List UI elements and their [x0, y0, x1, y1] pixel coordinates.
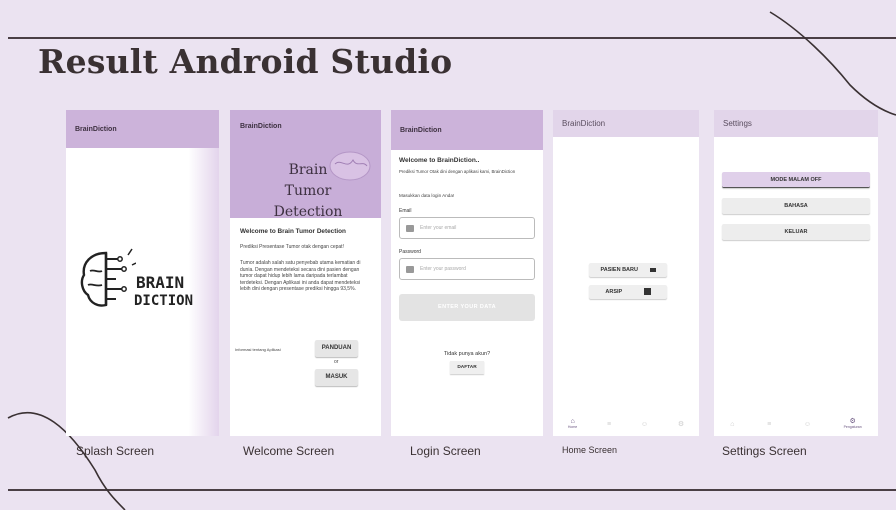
settings-bottom-nav: ⌂ ≡ ☺ ⚙ Pengaturan — [714, 412, 878, 436]
brain-logo: BRAIN DICTION — [76, 245, 216, 325]
archive-icon — [643, 288, 651, 296]
password-label: Password — [399, 249, 421, 255]
caption-login: Login Screen — [410, 444, 481, 458]
home-screen: BrainDiction PASIEN BARU ARSIP ⌂ Home ≡ ☺… — [553, 110, 699, 436]
enter-data-button[interactable]: ENTER YOUR DATA — [399, 294, 535, 321]
mail-icon — [406, 224, 414, 232]
home-bottom-nav: ⌂ Home ≡ ☺ ⚙ — [553, 412, 699, 436]
email-label: Email — [399, 208, 412, 214]
logo-line-brain: BRAIN — [136, 273, 185, 292]
login-prompt: Masukkan data login Anda! — [399, 193, 455, 198]
splash-app-bar: BrainDiction — [66, 110, 219, 148]
lock-icon — [406, 265, 414, 273]
nav-home-item[interactable]: ⌂ Home — [567, 418, 578, 430]
home-app-bar: BrainDiction — [553, 110, 699, 137]
nav-profile-icon[interactable]: ☺ — [804, 421, 811, 428]
new-patient-button[interactable]: PASIEN BARU — [589, 263, 667, 277]
settings-app-bar: Settings — [714, 110, 878, 137]
hero-title: Brain Tumor Detection — [268, 160, 348, 223]
nav-list-icon[interactable]: ≡ — [607, 421, 611, 428]
nav-settings-item[interactable]: ⚙ Pengaturan — [843, 418, 862, 430]
password-placeholder: Enter your password — [420, 266, 466, 272]
language-button[interactable]: BAHASA — [722, 198, 870, 214]
no-account-text: Tidak punya akun? — [443, 351, 491, 357]
welcome-heading: Welcome to Brain Tumor Detection — [240, 228, 346, 235]
splash-screen: BrainDiction BRAIN DICTION — [66, 110, 219, 436]
logo-line-diction: DICTION — [134, 293, 194, 309]
welcome-body: Tumor adalah salah satu penyebab utama k… — [240, 260, 361, 293]
welcome-tagline: Prediksi Presentase Tumor otak dengan ce… — [240, 244, 344, 250]
welcome-hero: BrainDiction Brain Tumor Detection — [230, 110, 381, 220]
settings-screen: Settings MODE MALAM OFF BAHASA KELUAR ⌂ … — [714, 110, 878, 436]
register-button[interactable]: DAFTAR — [450, 361, 484, 374]
caption-settings: Settings Screen — [722, 444, 807, 458]
guide-button[interactable]: PANDUAN — [315, 340, 358, 357]
nav-profile-icon[interactable]: ☺ — [641, 421, 648, 428]
password-field[interactable]: Enter your password — [399, 258, 535, 280]
nav-settings-label: Pengaturan — [843, 424, 862, 429]
caption-home: Home Screen — [562, 445, 618, 455]
slide-title: Result Android Studio — [38, 42, 453, 81]
email-placeholder: Enter your email — [420, 225, 457, 231]
login-heading: Welcome to BrainDiction.. — [399, 157, 480, 164]
login-app-bar: BrainDiction — [391, 110, 543, 150]
top-divider — [8, 37, 896, 39]
login-button[interactable]: MASUK — [315, 369, 358, 386]
new-patient-label: PASIEN BARU — [600, 267, 638, 273]
email-field[interactable]: Enter your email — [399, 217, 535, 239]
or-text: or — [334, 359, 339, 365]
nav-home-label: Home — [567, 424, 578, 429]
brain-circuit-icon — [80, 248, 136, 307]
welcome-app-name: BrainDiction — [240, 123, 282, 130]
archive-button[interactable]: ARSIP — [589, 285, 667, 299]
login-screen: BrainDiction Welcome to BrainDiction.. P… — [391, 110, 543, 436]
bottom-divider — [8, 489, 896, 491]
logout-button[interactable]: KELUAR — [722, 224, 870, 240]
caption-welcome: Welcome Screen — [243, 444, 335, 458]
camera-icon — [649, 267, 656, 272]
login-subtitle: Prediksi Tumor Otak dini dengan aplikasi… — [399, 169, 516, 174]
nav-list-icon[interactable]: ≡ — [767, 421, 771, 428]
nav-home-icon[interactable]: ⌂ — [730, 421, 734, 428]
archive-label: ARSIP — [605, 289, 623, 295]
caption-splash: Splash Screen — [76, 444, 155, 458]
info-label: Informasi tentang Aplikasi — [235, 347, 281, 352]
dark-mode-toggle[interactable]: MODE MALAM OFF — [722, 172, 870, 188]
welcome-screen: BrainDiction Brain Tumor Detection Welco… — [230, 110, 381, 436]
hero-title-line1: Brain Tumor — [284, 162, 332, 199]
nav-settings-icon[interactable]: ⚙ — [678, 420, 684, 428]
hero-title-line2: Detection — [273, 204, 343, 220]
